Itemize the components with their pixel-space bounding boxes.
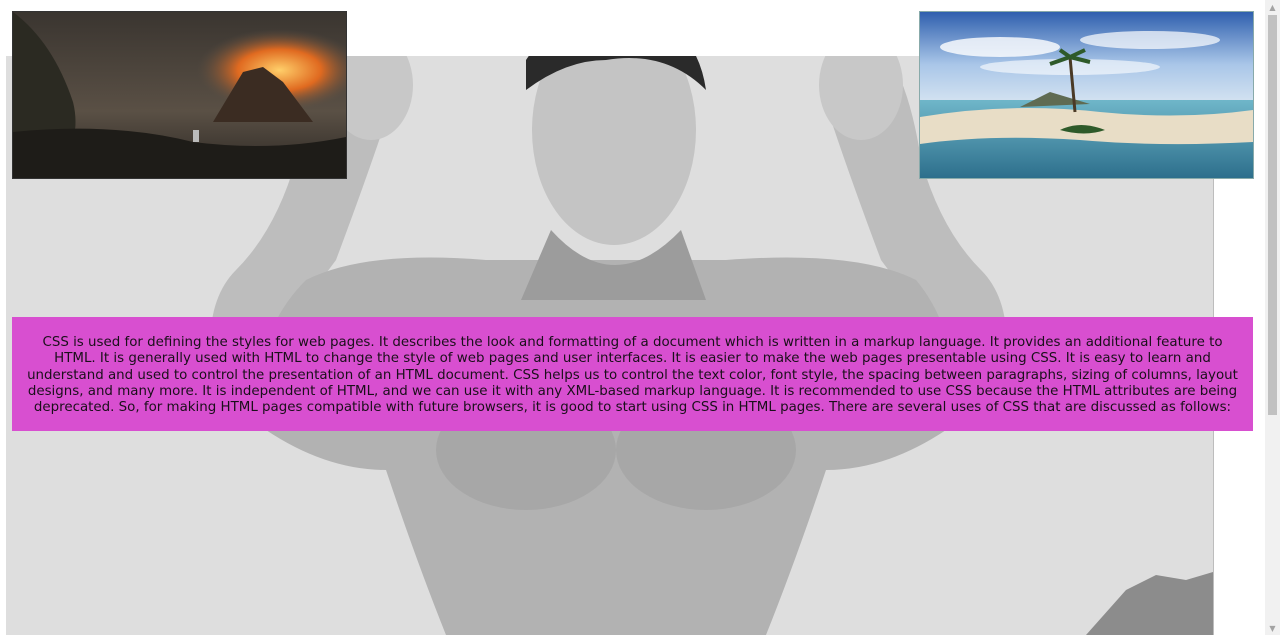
scrollbar-thumb[interactable] (1268, 15, 1277, 415)
scroll-up-arrow-icon[interactable]: ▲ (1265, 0, 1280, 14)
css-description-paragraph: CSS is used for defining the styles for … (12, 317, 1253, 431)
tropical-beach-image (919, 11, 1254, 179)
vertical-scrollbar[interactable]: ▲ ▼ (1265, 0, 1280, 635)
fantasy-painting-image (12, 11, 347, 179)
page-viewport: CSS is used for defining the styles for … (0, 0, 1280, 635)
scroll-down-arrow-icon[interactable]: ▼ (1265, 621, 1280, 635)
